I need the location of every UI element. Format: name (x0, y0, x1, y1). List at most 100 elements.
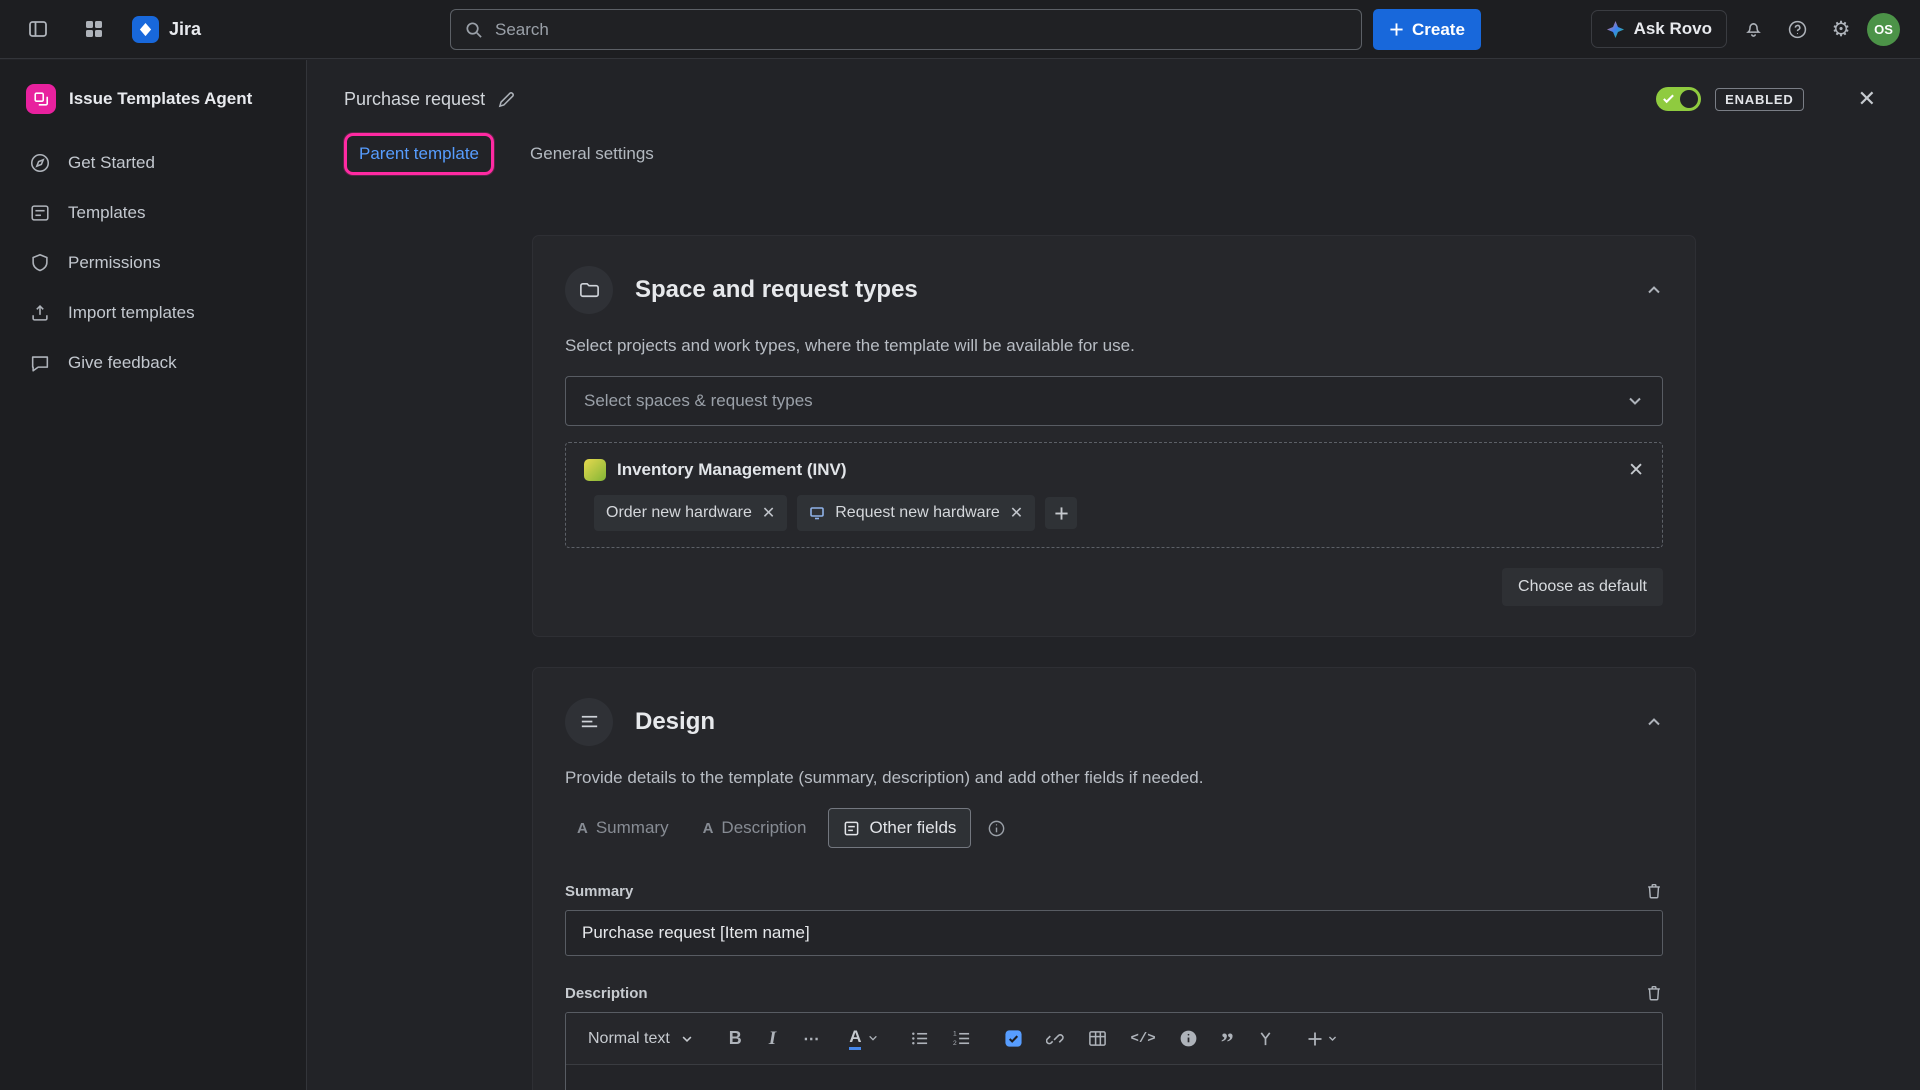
more-formatting-icon[interactable]: ⋯ (803, 1029, 820, 1049)
info-panel-icon[interactable] (1179, 1029, 1198, 1048)
tab-bar: Parent template General settings (308, 133, 1920, 175)
enabled-toggle[interactable] (1656, 87, 1701, 111)
sidebar-item-give-feedback[interactable]: Give feedback (16, 338, 290, 388)
selected-project-box: Inventory Management (INV) ✕ Order new h… (565, 442, 1663, 548)
search-input[interactable] (450, 9, 1362, 50)
help-icon[interactable] (1779, 11, 1815, 47)
chevron-up-icon[interactable] (1645, 281, 1663, 299)
import-icon (28, 302, 52, 324)
add-summary-button[interactable]: A Summary (565, 809, 681, 847)
editor-toolbar: Normal text B I ⋯ A (566, 1013, 1662, 1065)
description-editor: Normal text B I ⋯ A (565, 1012, 1663, 1090)
add-request-type-button[interactable] (1045, 497, 1077, 529)
field-buttons-row: A Summary A Description Other fields (565, 808, 1663, 848)
space-and-request-types-card: Space and request types Select projects … (532, 235, 1696, 637)
description-field-label: Description (565, 985, 648, 1002)
project-avatar (584, 459, 606, 481)
button-label: Summary (596, 818, 669, 838)
card-title: Design (635, 708, 715, 736)
link-icon[interactable] (1046, 1029, 1065, 1048)
design-lines-icon (565, 698, 613, 746)
text-style-dropdown[interactable]: Normal text (588, 1030, 694, 1048)
top-navigation-bar: Jira Create Ask Rovo (0, 0, 1920, 59)
sidebar-toggle-icon[interactable] (20, 11, 56, 47)
sidebar-item-label: Templates (68, 203, 145, 223)
check-icon (1662, 92, 1675, 105)
app-switcher-icon[interactable] (76, 11, 112, 47)
template-form: Space and request types Select projects … (532, 235, 1696, 1090)
decision-icon[interactable] (1257, 1030, 1274, 1047)
chevron-down-icon (1626, 392, 1644, 410)
text-field-icon: A (577, 820, 588, 837)
compass-icon (28, 152, 52, 174)
jira-logo[interactable]: Jira (132, 16, 201, 43)
other-fields-button[interactable]: Other fields (828, 808, 971, 848)
action-item-icon[interactable] (1004, 1029, 1023, 1048)
templates-icon (28, 202, 52, 224)
plus-icon (1389, 22, 1404, 37)
tab-general-settings[interactable]: General settings (530, 144, 654, 164)
choose-as-default-button[interactable]: Choose as default (1502, 568, 1663, 606)
jira-logo-icon (132, 16, 159, 43)
button-label: Other fields (869, 818, 956, 838)
settings-gear-icon[interactable]: ⚙ (1823, 11, 1859, 47)
sidebar-item-permissions[interactable]: Permissions (16, 238, 290, 288)
editor-content-area[interactable] (566, 1065, 1662, 1090)
button-label: Description (721, 818, 806, 838)
delete-summary-icon[interactable] (1645, 882, 1663, 900)
remove-tag-icon[interactable]: ✕ (1010, 503, 1023, 523)
design-card: Design Provide details to the template (… (532, 667, 1696, 1090)
folder-icon (565, 266, 613, 314)
table-icon[interactable] (1088, 1029, 1107, 1048)
ask-rovo-button[interactable]: Ask Rovo (1591, 10, 1727, 48)
sidebar-item-templates[interactable]: Templates (16, 188, 290, 238)
chevron-up-icon[interactable] (1645, 713, 1663, 731)
rovo-icon (1606, 20, 1625, 39)
numbered-list-icon[interactable]: 1 2 (952, 1029, 971, 1048)
summary-input[interactable] (565, 910, 1663, 956)
request-type-label: Request new hardware (835, 504, 1000, 522)
spaces-request-types-select[interactable]: Select spaces & request types (565, 376, 1663, 426)
text-style-value: Normal text (588, 1030, 670, 1048)
app-name: Jira (169, 19, 201, 40)
summary-field-label: Summary (565, 883, 633, 900)
create-button[interactable]: Create (1373, 9, 1481, 50)
select-placeholder: Select spaces & request types (584, 391, 813, 411)
bullet-list-icon[interactable] (910, 1029, 929, 1048)
sidebar-item-label: Permissions (68, 253, 161, 273)
edit-pencil-icon[interactable] (497, 90, 516, 109)
svg-text:1: 1 (953, 1031, 957, 1038)
quote-icon[interactable]: ” (1221, 1028, 1234, 1048)
status-badge: ENABLED (1715, 88, 1803, 111)
close-icon[interactable]: ✕ (1858, 88, 1876, 110)
request-type-label: Order new hardware (606, 504, 752, 522)
notifications-bell-icon[interactable] (1735, 11, 1771, 47)
sidebar-app-header: Issue Templates Agent (16, 84, 290, 114)
insert-plus-icon[interactable] (1307, 1031, 1338, 1047)
sidebar-item-label: Get Started (68, 153, 155, 173)
italic-icon[interactable]: I (765, 1028, 780, 1050)
page-title: Purchase request (344, 89, 485, 110)
request-type-tag: Order new hardware ✕ (594, 495, 787, 531)
sidebar-item-import-templates[interactable]: Import templates (16, 288, 290, 338)
code-icon[interactable]: </> (1130, 1031, 1155, 1047)
text-field-icon: A (703, 820, 714, 837)
add-description-button[interactable]: A Description (691, 809, 819, 847)
tab-parent-template[interactable]: Parent template (359, 144, 479, 163)
info-icon[interactable] (987, 819, 1006, 838)
card-description: Select projects and work types, where th… (565, 336, 1663, 356)
remove-tag-icon[interactable]: ✕ (762, 503, 775, 523)
text-color-icon[interactable]: A (849, 1027, 879, 1050)
sidebar-app-title: Issue Templates Agent (69, 89, 252, 109)
feedback-icon (28, 352, 52, 374)
sidebar-item-label: Import templates (68, 303, 195, 323)
user-avatar[interactable]: OS (1867, 13, 1900, 46)
sidebar: Issue Templates Agent Get Started Templa… (0, 60, 307, 1090)
main-content: Purchase request ENABLED ✕ Parent templa… (308, 60, 1920, 1090)
remove-project-icon[interactable]: ✕ (1628, 461, 1644, 480)
svg-text:2: 2 (953, 1040, 957, 1047)
sidebar-item-get-started[interactable]: Get Started (16, 138, 290, 188)
bold-icon[interactable]: B (729, 1028, 742, 1049)
project-name: Inventory Management (INV) (617, 460, 847, 480)
delete-description-icon[interactable] (1645, 984, 1663, 1002)
